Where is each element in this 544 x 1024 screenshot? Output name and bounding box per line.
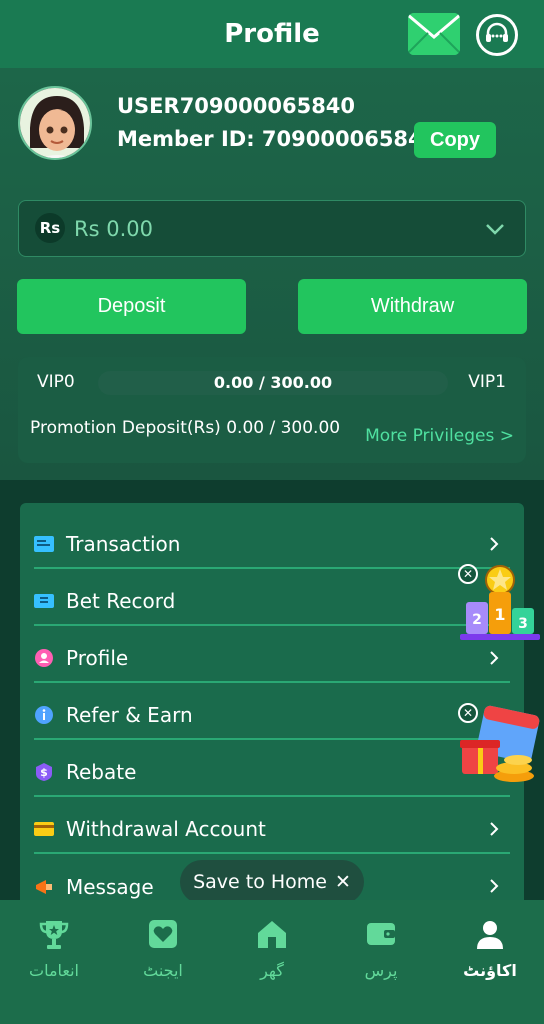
close-icon[interactable]: ✕ xyxy=(458,703,478,723)
close-icon[interactable]: ✕ xyxy=(335,871,351,893)
chevron-right-icon xyxy=(490,879,499,893)
menu-item-profile[interactable]: Profile xyxy=(34,635,510,683)
svg-text:3: 3 xyxy=(518,616,528,632)
wallet-icon xyxy=(364,915,398,953)
chevron-down-icon xyxy=(486,224,504,235)
menu-label: Refer & Earn xyxy=(66,703,193,727)
withdraw-button[interactable]: Withdraw xyxy=(298,279,527,334)
toast-label: Save to Home xyxy=(193,871,327,893)
account-icon xyxy=(473,915,507,953)
svg-text:$: $ xyxy=(40,766,48,779)
vip-progress-text: 0.00 / 300.00 xyxy=(213,373,333,392)
menu-label: Bet Record xyxy=(66,589,176,613)
dollar-icon: $ xyxy=(34,762,54,782)
agent-icon xyxy=(146,915,180,953)
mail-icon[interactable] xyxy=(408,13,460,55)
deposit-button[interactable]: Deposit xyxy=(17,279,246,334)
balance-amount: Rs 0.00 xyxy=(74,217,153,241)
close-icon[interactable]: ✕ xyxy=(458,564,478,584)
megaphone-icon xyxy=(34,877,54,897)
info-icon xyxy=(34,705,54,725)
page-title: Profile xyxy=(224,19,320,49)
copy-button[interactable]: Copy xyxy=(414,122,496,158)
nav-label: ایجنٹ xyxy=(143,961,183,980)
menu-item-refer-earn[interactable]: Refer & Earn xyxy=(34,692,510,740)
more-privileges-link[interactable]: More Privileges > xyxy=(365,426,514,446)
promotion-deposit: Promotion Deposit(Rs) 0.00 / 300.00 xyxy=(30,418,341,438)
vip-progress-card: VIP0 0.00 / 300.00 VIP1 Promotion Deposi… xyxy=(18,357,526,463)
username: USER709000065840 xyxy=(117,94,356,118)
home-icon xyxy=(255,915,289,953)
menu-label: Withdrawal Account xyxy=(66,817,266,841)
receipt-icon xyxy=(34,534,54,554)
svg-text:1: 1 xyxy=(494,605,505,624)
menu-item-bet-record[interactable]: Bet Record xyxy=(34,578,510,626)
chevron-right-icon xyxy=(490,651,499,665)
vip-next: VIP1 xyxy=(468,372,506,392)
menu-item-transaction[interactable]: Transaction xyxy=(34,521,510,569)
user-icon xyxy=(34,648,54,668)
app-header: Profile xyxy=(0,0,544,68)
bottom-nav: انعامات ایجنٹ گھر پرس اکاؤنٹ xyxy=(0,900,544,1024)
menu-label: Transaction xyxy=(66,532,181,556)
nav-item-home[interactable]: گھر xyxy=(218,915,326,985)
nav-label: گھر xyxy=(260,961,284,980)
menu-label: Rebate xyxy=(66,760,137,784)
vip-progress-bar: 0.00 / 300.00 xyxy=(98,371,448,395)
nav-item-rewards[interactable]: انعامات xyxy=(0,915,108,985)
menu-item-rebate[interactable]: $ Rebate xyxy=(34,749,510,797)
currency-badge: Rs xyxy=(35,213,65,243)
member-id: Member ID: 709000065840 xyxy=(117,127,438,151)
menu-label: Profile xyxy=(66,646,129,670)
save-to-home-toast[interactable]: Save to Home ✕ xyxy=(180,860,364,904)
headset-icon[interactable] xyxy=(476,14,518,56)
avatar xyxy=(18,86,92,160)
ticket-icon xyxy=(34,591,54,611)
chevron-right-icon xyxy=(490,822,499,836)
vip-current: VIP0 xyxy=(37,372,75,392)
balance-selector[interactable]: Rs Rs 0.00 xyxy=(18,200,526,257)
nav-item-agent[interactable]: ایجنٹ xyxy=(109,915,217,985)
nav-label: انعامات xyxy=(29,961,79,980)
nav-label: پرس xyxy=(364,961,398,980)
chevron-right-icon xyxy=(490,537,499,551)
trophy-icon xyxy=(37,915,71,953)
card-icon xyxy=(34,819,54,839)
svg-text:2: 2 xyxy=(472,612,482,628)
menu-item-withdrawal-account[interactable]: Withdrawal Account xyxy=(34,806,510,854)
nav-item-wallet[interactable]: پرس xyxy=(327,915,435,985)
menu-label: Message xyxy=(66,875,154,899)
nav-item-account[interactable]: اکاؤنٹ xyxy=(436,915,544,985)
nav-label: اکاؤنٹ xyxy=(463,961,517,980)
